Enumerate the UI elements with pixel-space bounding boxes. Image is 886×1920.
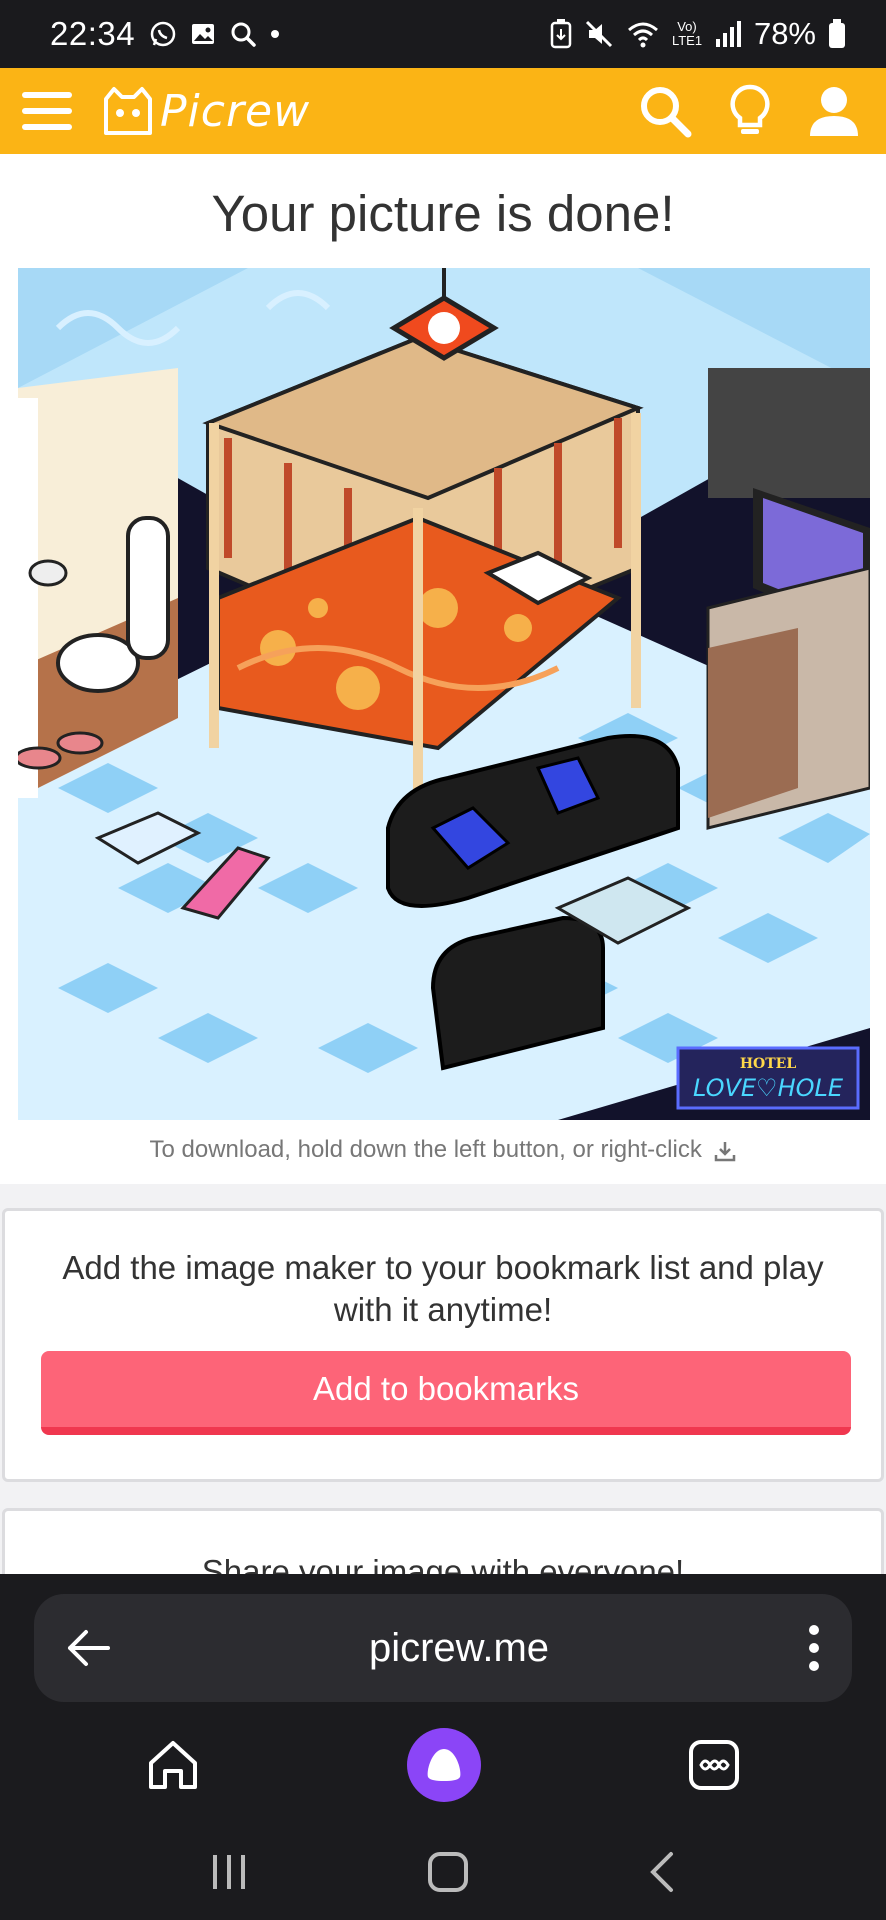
system-nav-bar [0, 1850, 886, 1894]
network-type: Vo) LTE1 [671, 19, 703, 48]
url-text[interactable]: picrew.me [112, 1626, 806, 1671]
dot-icon [271, 30, 280, 38]
battery-saver-icon [550, 19, 572, 49]
page-title: Your picture is done! [211, 185, 675, 242]
picrew-logo[interactable]: Picrew [100, 85, 310, 137]
add-to-bookmarks-button[interactable]: Add to bookmarks [41, 1351, 851, 1435]
alice-assistant-icon[interactable] [407, 1728, 481, 1802]
generated-room-image[interactable]: HOTEL LOVE♡HOLE [18, 268, 870, 1120]
battery-icon [829, 19, 845, 48]
search-icon[interactable] [638, 84, 692, 138]
share-card: Share your image with everyone! [2, 1508, 884, 1574]
bookmark-card: Add the image maker to your bookmark lis… [2, 1208, 884, 1482]
app-header: Picrew [0, 68, 886, 154]
recents-icon[interactable] [209, 1853, 249, 1891]
download-hint: To download, hold down the left button, … [0, 1136, 886, 1164]
cat-logo-icon [104, 87, 152, 135]
gallery-icon [192, 24, 215, 44]
whatsapp-icon [150, 21, 176, 47]
battery-percent: 78% [753, 16, 816, 51]
sign-hotel-text: HOTEL [740, 1056, 797, 1072]
page-content: Your picture is done! HOTEL LOVE♡HOLE To… [0, 154, 886, 1574]
sign-lovehole-text: LOVE♡HOLE [693, 1074, 844, 1102]
wifi-icon [627, 22, 658, 48]
bookmark-card-text: Add the image maker to your bookmark lis… [62, 1249, 824, 1328]
browser-nav-row [0, 1728, 886, 1802]
back-chevron-icon[interactable] [647, 1850, 677, 1894]
download-icon [714, 1141, 735, 1161]
mute-icon [585, 20, 613, 48]
home-square-icon[interactable] [426, 1850, 470, 1894]
signal-icon [715, 21, 741, 47]
share-card-text: Share your image with everyone! [201, 1553, 685, 1574]
room-illustration: HOTEL LOVE♡HOLE [18, 268, 870, 1120]
status-time: 22:34 [50, 15, 136, 52]
download-hint-text: To download, hold down the left button, … [149, 1136, 702, 1163]
hamburger-icon[interactable] [20, 88, 74, 134]
kebab-menu-icon[interactable] [806, 1624, 822, 1672]
status-left-icons [149, 20, 281, 48]
lightbulb-icon[interactable] [728, 83, 772, 139]
status-right-icons: Vo) LTE1 78% [550, 16, 846, 52]
tabs-icon[interactable] [687, 1738, 741, 1792]
browser-bottom-bar: picrew.me [0, 1574, 886, 1920]
header-actions [638, 83, 860, 139]
user-icon[interactable] [808, 84, 860, 138]
home-icon[interactable] [145, 1737, 201, 1793]
search-icon [231, 22, 256, 47]
status-bar: 22:34 Vo) LTE1 78% [0, 0, 886, 68]
address-bar[interactable]: picrew.me [34, 1594, 852, 1702]
logo-text: Picrew [160, 85, 311, 137]
arrow-left-icon[interactable] [64, 1628, 112, 1668]
